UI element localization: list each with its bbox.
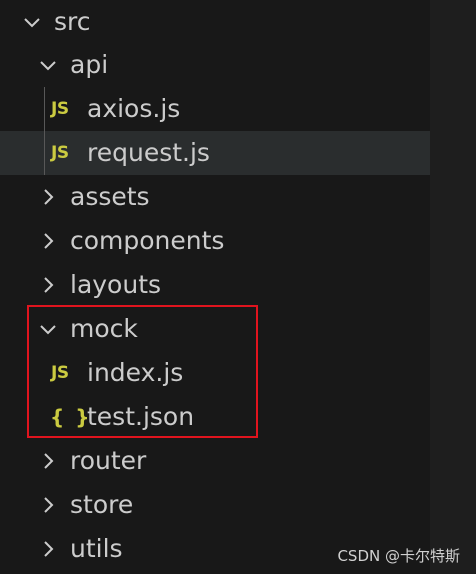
file-explorer: src api JS axios.js JS request.js assets… [0,0,476,574]
watermark: CSDN @卡尔特斯 [337,547,460,565]
tree-item-label: src [54,7,91,36]
tree-item-label: index.js [87,358,184,387]
chevron-right-icon [37,450,59,472]
tree-folder-mock[interactable]: mock [0,307,430,351]
tree-folder-api[interactable]: api [0,43,430,87]
tree-file-axios-js[interactable]: JS axios.js [0,87,430,131]
tree-item-label: test.json [87,402,195,431]
chevron-down-icon [21,11,43,33]
chevron-right-icon [37,538,59,560]
tree-folder-assets[interactable]: assets [0,175,430,219]
tree-item-label: api [70,50,109,79]
tree-folder-layouts[interactable]: layouts [0,263,430,307]
tree-item-label: request.js [87,138,210,167]
js-file-icon: JS [51,143,69,163]
tree-folder-src[interactable]: src [0,0,430,44]
editor-edge [430,0,476,574]
tree-file-request-js[interactable]: JS request.js [0,131,430,175]
tree-item-label: assets [70,182,150,211]
tree-item-label: components [70,226,225,255]
chevron-right-icon [37,230,59,252]
tree-item-label: axios.js [87,94,181,123]
tree-folder-store[interactable]: store [0,483,430,527]
js-file-icon: JS [51,99,69,119]
tree-item-label: store [70,490,134,519]
tree-item-label: router [70,446,147,475]
json-file-icon: { } [50,405,92,429]
chevron-right-icon [37,186,59,208]
tree-file-test-json[interactable]: { } test.json [0,395,430,439]
chevron-down-icon [37,54,59,76]
tree-item-label: mock [70,314,138,343]
tree-item-label: layouts [70,270,162,299]
chevron-right-icon [37,274,59,296]
js-file-icon: JS [51,363,69,383]
chevron-down-icon [37,318,59,340]
chevron-right-icon [37,494,59,516]
tree-file-index-js[interactable]: JS index.js [0,351,430,395]
tree-folder-components[interactable]: components [0,219,430,263]
tree-item-label: utils [70,534,123,563]
indent-guide [44,87,45,175]
tree-folder-router[interactable]: router [0,439,430,483]
